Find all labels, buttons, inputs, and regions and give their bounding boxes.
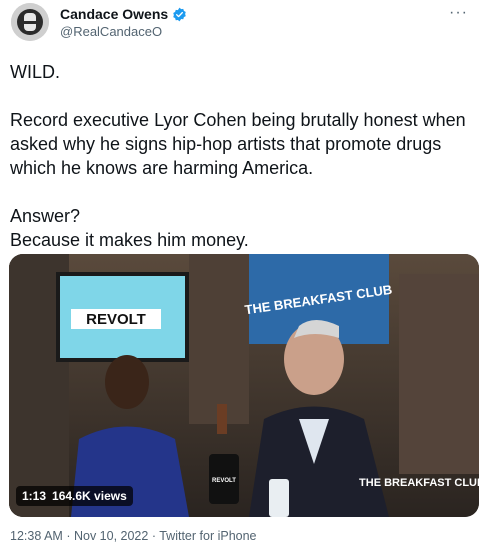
video-stats-badge: 1:13 164.6K views [16, 486, 133, 506]
tweet-line-1: WILD. [10, 62, 61, 82]
more-options-icon[interactable]: ··· [449, 4, 468, 22]
avatar[interactable] [11, 3, 49, 41]
tweet-line-4: Because it makes him money. [10, 230, 249, 250]
tweet-text: WILD. Record executive Lyor Cohen being … [10, 60, 472, 252]
video-views: 164.6K views [52, 489, 127, 503]
author-name-row[interactable]: Candace Owens [60, 6, 187, 22]
video-duration: 1:13 [22, 489, 47, 503]
mic-label: REVOLT [212, 478, 236, 484]
tweet-line-3: Answer? [10, 206, 81, 226]
verified-badge-icon [172, 7, 187, 22]
author-handle[interactable]: @RealCandaceO [60, 24, 162, 39]
author-display-name[interactable]: Candace Owens [60, 6, 168, 22]
meta-separator: · [66, 529, 71, 543]
tweet-meta: 12:38 AM · Nov 10, 2022 · Twitter for iP… [10, 529, 257, 543]
meta-separator: · [151, 529, 156, 543]
tweet-source[interactable]: Twitter for iPhone [159, 529, 256, 543]
screen-logo: REVOLT [86, 311, 146, 328]
video-player[interactable]: REVOLT THE BREAKFAST CLUB REVOLT THE BRE… [9, 254, 479, 517]
watermark-text: THE BREAKFAST CLUB [359, 477, 479, 489]
tweet-date[interactable]: Nov 10, 2022 [74, 529, 148, 543]
tweet-time[interactable]: 12:38 AM [10, 529, 63, 543]
tweet-line-2: Record executive Lyor Cohen being brutal… [10, 110, 466, 178]
